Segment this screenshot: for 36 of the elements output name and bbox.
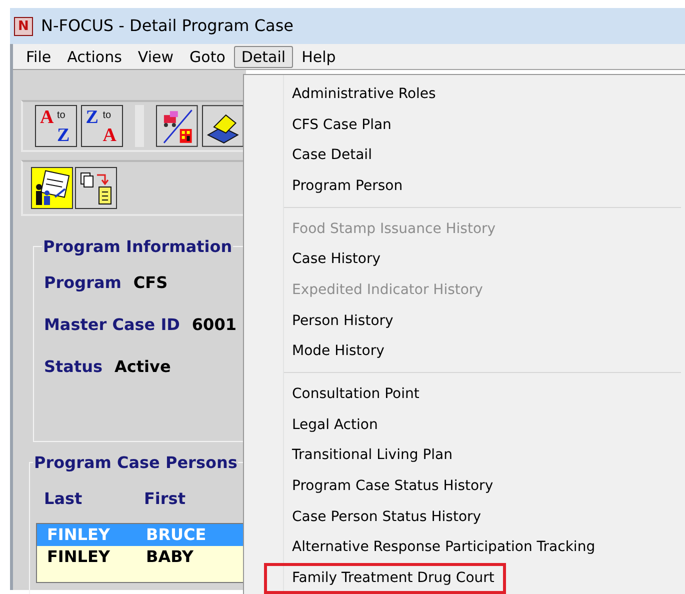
stroller-building-icon[interactable]: [156, 105, 198, 147]
field-value: Active: [114, 356, 171, 378]
column-header: Last: [44, 488, 84, 510]
menu-item[interactable]: Person History: [264, 306, 406, 336]
menu-item[interactable]: Program Person: [264, 171, 415, 202]
field-value: CFS: [133, 272, 168, 294]
menu-item[interactable]: Consultation Point: [264, 379, 432, 410]
menu-item[interactable]: Family Treatment Drug Court: [264, 563, 506, 594]
menu-item[interactable]: Detail: [234, 46, 293, 68]
field-value: 6001: [192, 314, 236, 336]
person-form-icon[interactable]: [31, 167, 73, 209]
menu-item[interactable]: File: [19, 46, 58, 68]
menu-item[interactable]: Goto: [182, 46, 232, 68]
field-label: Master Case ID: [44, 314, 180, 336]
menu-item[interactable]: Alternative Response Participation Tracking: [264, 532, 608, 564]
menu-item[interactable]: Help: [294, 46, 343, 68]
menu-item[interactable]: CFS Case Plan: [264, 110, 404, 140]
menu-item[interactable]: Case Detail: [264, 140, 384, 172]
app-icon: N: [14, 16, 33, 36]
menu-item[interactable]: Program Case Status History: [264, 471, 506, 502]
stamp-pad-icon[interactable]: [202, 105, 244, 147]
list-row[interactable]: FINLEY BABY: [37, 546, 245, 568]
menu-item[interactable]: Mode History: [264, 336, 396, 368]
field-label: Program: [44, 272, 122, 294]
column-header: First: [144, 488, 186, 510]
menu-item[interactable]: Case Person Status History: [264, 502, 494, 533]
documents-transfer-icon[interactable]: [75, 167, 117, 209]
menu-item[interactable]: Case History: [264, 244, 393, 276]
menu-item[interactable]: Legal Action: [264, 410, 390, 441]
menu-item[interactable]: View: [130, 46, 181, 68]
sort-descending-button[interactable]: Z to A: [80, 105, 123, 147]
field-label: Status: [44, 356, 103, 378]
window-title: N-FOCUS - Detail Program Case: [41, 15, 294, 37]
menu-item[interactable]: Transitional Living Plan: [264, 440, 464, 472]
menu-item[interactable]: Administrative Roles: [264, 79, 448, 110]
menu-item[interactable]: Actions: [60, 46, 129, 68]
